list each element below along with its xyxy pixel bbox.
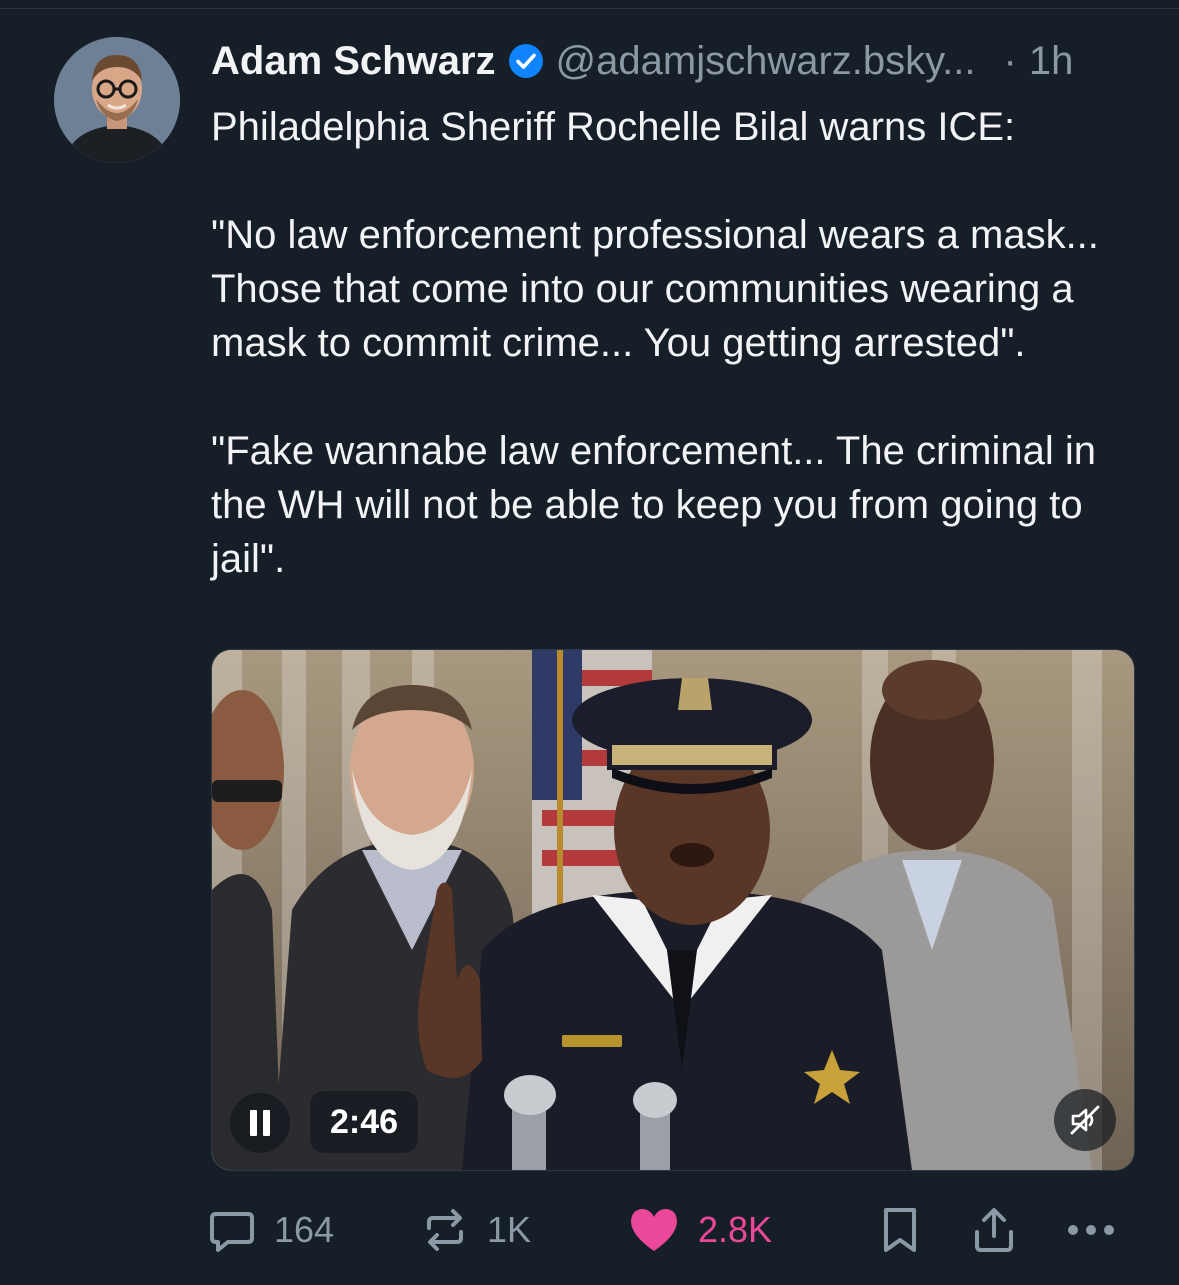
post-text: Philadelphia Sheriff Rochelle Bilal warn… <box>211 100 1141 586</box>
verified-badge-icon <box>508 44 543 78</box>
post-actions: 164 1K 2.8K <box>208 1200 1138 1260</box>
reply-button[interactable]: 164 <box>208 1200 334 1260</box>
post-timestamp[interactable]: 1h <box>1029 39 1074 84</box>
pause-icon-bar-right <box>263 1110 270 1136</box>
author-name[interactable]: Adam Schwarz <box>211 39 496 84</box>
more-dots-icon <box>1068 1225 1114 1235</box>
author-handle[interactable]: @adamjschwarz.bsky... <box>556 39 976 84</box>
bookmark-icon <box>884 1208 916 1252</box>
share-button[interactable] <box>972 1200 1016 1260</box>
video-time-remaining: 2:46 <box>310 1091 419 1153</box>
heart-icon <box>631 1209 677 1251</box>
top-divider <box>0 8 1179 9</box>
post-text-intro: Philadelphia Sheriff Rochelle Bilal warn… <box>211 105 1016 149</box>
repost-button[interactable]: 1K <box>421 1200 531 1260</box>
post-text-quote-1: "No law enforcement professional wears a… <box>211 213 1099 365</box>
post-text-quote-2: "Fake wannabe law enforcement... The cri… <box>211 429 1096 581</box>
share-upload-icon <box>975 1208 1013 1252</box>
speech-bubble-icon <box>210 1212 254 1252</box>
bookmark-button[interactable] <box>880 1200 920 1260</box>
reply-count: 164 <box>274 1209 335 1250</box>
author-avatar[interactable] <box>54 37 180 163</box>
pause-button[interactable] <box>230 1093 290 1153</box>
repost-count: 1K <box>487 1209 532 1250</box>
video-player[interactable]: 2:46 <box>211 649 1135 1171</box>
mute-toggle-button[interactable] <box>1054 1089 1116 1151</box>
repost-arrows-icon <box>427 1209 463 1251</box>
speaker-muted-icon <box>1070 1105 1100 1135</box>
like-count: 2.8K <box>698 1209 773 1250</box>
pause-icon-bar-left <box>250 1110 257 1136</box>
separator-dot: · <box>1003 38 1017 83</box>
post-header: Adam Schwarz @adamjschwarz.bsky... · 1h <box>211 36 1141 86</box>
like-button[interactable]: 2.8K <box>628 1200 772 1260</box>
more-options-button[interactable] <box>1066 1200 1116 1260</box>
